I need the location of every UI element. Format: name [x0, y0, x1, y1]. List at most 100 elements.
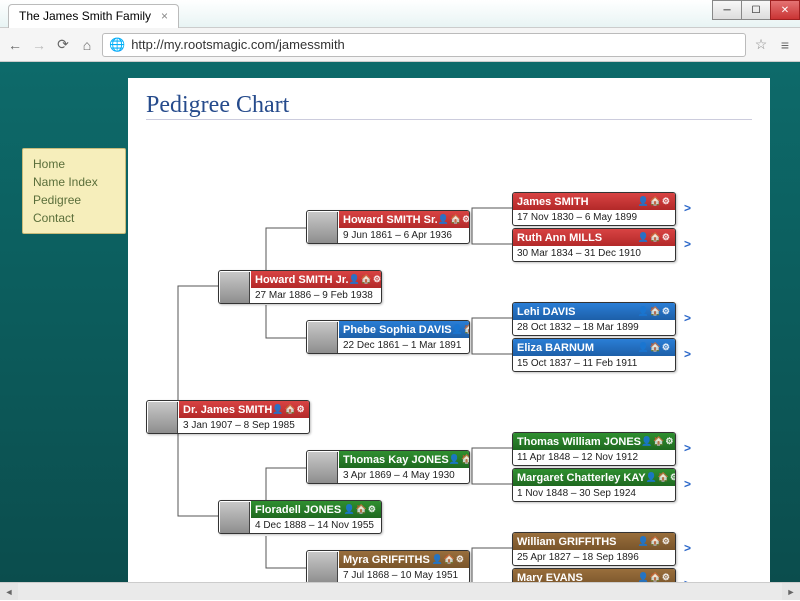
person-icons[interactable]: 👤🏠⚙: [638, 196, 671, 207]
expand-arrow[interactable]: >: [684, 201, 691, 215]
bookmark-icon[interactable]: ☆: [752, 36, 770, 54]
person-name: Dr. James SMITH: [183, 404, 272, 416]
person-icons[interactable]: 👤🏠⚙: [638, 306, 671, 317]
scroll-track[interactable]: [18, 583, 782, 600]
person-ffm[interactable]: Ruth Ann MILLS 👤🏠⚙ 30 Mar 1834 – 31 Dec 19…: [512, 228, 676, 262]
expand-arrow[interactable]: >: [684, 347, 691, 361]
person-dates: 4 Dec 1888 – 14 Nov 1955: [251, 518, 381, 533]
tab-title: The James Smith Family: [19, 9, 151, 23]
person-fmf[interactable]: Lehi DAVIS 👤🏠⚙ 28 Oct 1832 – 18 Mar 1899: [512, 302, 676, 336]
expand-arrow[interactable]: >: [684, 541, 691, 555]
person-photo: [148, 402, 178, 434]
person-mmf[interactable]: William GRIFFITHS👤🏠⚙25 Apr 1827 – 18 Sep…: [512, 532, 676, 566]
person-icons[interactable]: 👤🏠⚙: [638, 342, 671, 353]
person-fmm[interactable]: Eliza BARNUM 👤🏠⚙ 15 Oct 1837 – 11 Feb 1911: [512, 338, 676, 372]
person-name: Howard SMITH Jr.: [255, 274, 349, 286]
person-photo: [308, 322, 338, 354]
reload-button[interactable]: ⟳: [54, 36, 72, 54]
person-icons[interactable]: 👤🏠⚙: [638, 232, 671, 243]
horizontal-scrollbar[interactable]: ◄ ►: [0, 582, 800, 600]
expand-arrow[interactable]: >: [684, 477, 691, 491]
person-photo: [220, 502, 250, 534]
person-dates: 22 Dec 1861 – 1 Mar 1891: [339, 338, 469, 353]
person-icons[interactable]: 👤🏠⚙: [432, 554, 465, 565]
person-dates: 17 Nov 1830 – 6 May 1899: [513, 210, 675, 225]
person-name: Howard SMITH Sr.: [343, 214, 438, 226]
person-icons[interactable]: 👤🏠⚙: [646, 472, 675, 483]
person-dates: 3 Jan 1907 – 8 Sep 1985: [179, 418, 309, 433]
pedigree-tree: Dr. James SMITH👤🏠⚙ 3 Jan 1907 – 8 Sep 19…: [146, 138, 752, 582]
person-mf[interactable]: Thomas Kay JONES👤🏠⚙ 3 Apr 1869 – 4 May 1…: [306, 450, 470, 484]
expand-arrow[interactable]: >: [684, 311, 691, 325]
person-dates: 15 Oct 1837 – 11 Feb 1911: [513, 356, 675, 371]
person-icons[interactable]: 👤🏠⚙: [438, 214, 469, 225]
person-mmm[interactable]: Mary EVANS👤🏠⚙23 Apr 1832 – 4 Feb 1909: [512, 568, 676, 582]
person-name: Lehi DAVIS: [517, 306, 575, 318]
person-dates: 3 Apr 1869 – 4 May 1930: [339, 468, 469, 483]
person-name: Ruth Ann MILLS: [517, 232, 602, 244]
sidebar-item-contact[interactable]: Contact: [33, 209, 115, 227]
person-dates: 30 Mar 1834 – 31 Dec 1910: [513, 246, 675, 261]
expand-arrow[interactable]: >: [684, 237, 691, 251]
sidebar-item-home[interactable]: Home: [33, 155, 115, 173]
person-icons[interactable]: 👤🏠⚙: [344, 504, 377, 515]
person-name: Thomas Kay JONES: [343, 454, 449, 466]
person-root[interactable]: Dr. James SMITH👤🏠⚙ 3 Jan 1907 – 8 Sep 19…: [146, 400, 310, 434]
person-name: James SMITH: [517, 196, 589, 208]
maximize-button[interactable]: ☐: [741, 0, 771, 20]
person-icons[interactable]: 👤🏠⚙: [641, 436, 674, 447]
person-icons[interactable]: 👤🏠⚙: [638, 536, 671, 547]
globe-icon: 🌐: [109, 37, 125, 53]
person-name: Margaret Chatterley KAY: [517, 472, 646, 484]
person-dates: 9 Jun 1861 – 6 Apr 1936: [339, 228, 469, 243]
forward-button[interactable]: →: [30, 36, 48, 54]
url-bar[interactable]: 🌐 http://my.rootsmagic.com/jamessmith: [102, 33, 746, 57]
content-panel: Pedigree Chart Dr. Jam: [128, 78, 770, 582]
person-dates: 1 Nov 1848 – 30 Sep 1924: [513, 486, 675, 501]
person-dates: 11 Apr 1848 – 12 Nov 1912: [513, 450, 675, 465]
browser-toolbar: ← → ⟳ ⌂ 🌐 http://my.rootsmagic.com/james…: [0, 28, 800, 62]
person-name: Thomas William JONES: [517, 436, 641, 448]
url-text: http://my.rootsmagic.com/jamessmith: [131, 37, 345, 52]
person-icons[interactable]: 👤🏠⚙: [349, 274, 381, 285]
person-dates: 25 Apr 1827 – 18 Sep 1896: [513, 550, 675, 565]
person-icons[interactable]: 👤🏠⚙: [638, 572, 671, 582]
close-button[interactable]: ✕: [770, 0, 800, 20]
window-titlebar: The James Smith Family × ─ ☐ ✕: [0, 0, 800, 28]
page-body: Home Name Index Pedigree Contact Pedigre…: [0, 62, 800, 582]
person-photo: [308, 212, 338, 244]
scroll-left-icon[interactable]: ◄: [0, 583, 18, 600]
expand-arrow[interactable]: >: [684, 441, 691, 455]
person-fff[interactable]: James SMITH 👤🏠⚙ 17 Nov 1830 – 6 May 1899: [512, 192, 676, 226]
person-mm[interactable]: Myra GRIFFITHS👤🏠⚙ 7 Jul 1868 – 10 May 19…: [306, 550, 470, 582]
person-m[interactable]: Floradell JONES👤🏠⚙ 4 Dec 1888 – 14 Nov 1…: [218, 500, 382, 534]
person-name: Myra GRIFFITHS: [343, 554, 430, 566]
person-dates: 28 Oct 1832 – 18 Mar 1899: [513, 320, 675, 335]
home-button[interactable]: ⌂: [78, 36, 96, 54]
minimize-button[interactable]: ─: [712, 0, 742, 20]
person-icons[interactable]: 👤🏠⚙: [272, 404, 305, 415]
person-mff[interactable]: Thomas William JONES👤🏠⚙ 11 Apr 1848 – 12 …: [512, 432, 676, 466]
person-name: Mary EVANS: [517, 572, 583, 583]
person-photo: [308, 552, 338, 582]
browser-tab[interactable]: The James Smith Family ×: [8, 4, 179, 28]
person-fm[interactable]: Phebe Sophia DAVIS👤🏠⚙ 22 Dec 1861 – 1 Ma…: [306, 320, 470, 354]
person-icons[interactable]: 👤🏠⚙: [449, 454, 469, 465]
sidebar-nav: Home Name Index Pedigree Contact: [22, 148, 126, 234]
person-f[interactable]: Howard SMITH Jr.👤🏠⚙ 27 Mar 1886 – 9 Feb …: [218, 270, 382, 304]
person-name: Phebe Sophia DAVIS: [343, 324, 452, 336]
person-photo: [220, 272, 250, 304]
back-button[interactable]: ←: [6, 36, 24, 54]
person-name: Floradell JONES: [255, 504, 341, 516]
sidebar-item-nameindex[interactable]: Name Index: [33, 173, 115, 191]
scroll-right-icon[interactable]: ►: [782, 583, 800, 600]
close-tab-icon[interactable]: ×: [161, 9, 168, 23]
person-ff[interactable]: Howard SMITH Sr.👤🏠⚙ 9 Jun 1861 – 6 Apr 1…: [306, 210, 470, 244]
person-mfm[interactable]: Margaret Chatterley KAY👤🏠⚙ 1 Nov 1848 – 3…: [512, 468, 676, 502]
person-icons[interactable]: 👤🏠⚙: [452, 324, 469, 335]
person-dates: 7 Jul 1868 – 10 May 1951: [339, 568, 469, 582]
person-name: Eliza BARNUM: [517, 342, 594, 354]
person-dates: 27 Mar 1886 – 9 Feb 1938: [251, 288, 381, 303]
sidebar-item-pedigree[interactable]: Pedigree: [33, 191, 115, 209]
menu-icon[interactable]: ≡: [776, 36, 794, 54]
